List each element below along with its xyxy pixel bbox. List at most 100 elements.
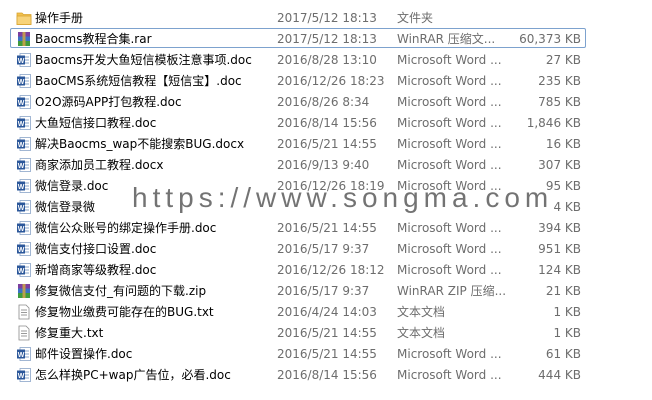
file-row[interactable]: W 邮件设置操作.doc 2016/5/21 14:55 Microsoft Word… [10, 343, 586, 363]
folder-icon [16, 10, 32, 26]
file-size [511, 8, 581, 28]
file-name: 微信公众账号的绑定操作手册.doc [35, 221, 217, 235]
word-doc-icon: W [16, 178, 32, 194]
text-file-icon [16, 325, 32, 341]
svg-text:W: W [18, 163, 25, 170]
file-row[interactable]: W BaoCMS系统短信教程【短信宝】.doc 2016/12/26 18:23 Mi… [10, 70, 586, 90]
svg-text:W: W [18, 268, 25, 275]
file-size: 394 KB [538, 221, 581, 235]
file-row[interactable]: W Baocms开发大鱼短信模板注意事项.doc 2016/8/28 13:10 Mi… [10, 49, 586, 69]
file-type: Microsoft Word ... [397, 95, 502, 109]
file-size: 1 KB [553, 305, 581, 319]
file-name: 微信支付接口设置.doc [35, 242, 157, 256]
word-doc-icon: W [16, 115, 32, 131]
file-size: 61 KB [545, 347, 581, 361]
file-size: 124 KB [538, 263, 581, 277]
file-size: 27 KB [545, 53, 581, 67]
word-doc-icon: W [16, 220, 32, 236]
file-row[interactable]: W O2O源码APP打包教程.doc 2016/8/26 8:34 Microsoft… [10, 91, 586, 111]
svg-text:W: W [18, 226, 25, 233]
file-date: 2016/5/17 9:37 [277, 284, 370, 298]
file-date: 2016/8/14 15:56 [277, 116, 377, 130]
word-doc-icon: W [16, 73, 32, 89]
file-name: O2O源码APP打包教程.doc [35, 95, 182, 109]
file-type: Microsoft Word ... [397, 74, 502, 88]
file-type: Microsoft Word ... [397, 242, 502, 256]
file-type: 文本文档 [397, 305, 446, 319]
file-name: Baocms教程合集.rar [35, 32, 152, 46]
file-size: 16 KB [545, 137, 581, 151]
file-row[interactable]: Baocms教程合集.rar 2017/5/12 18:13 WinRAR 压缩文.… [10, 28, 586, 48]
file-name: 解决Baocms_wap不能搜索BUG.docx [35, 137, 245, 151]
file-date: 2016/5/21 14:55 [277, 137, 377, 151]
file-size: 307 KB [538, 158, 581, 172]
file-type: WinRAR ZIP 压缩... [397, 284, 507, 298]
file-date: 2017/5/12 18:13 [277, 32, 377, 46]
file-date: 2016/12/26 18:23 [277, 74, 385, 88]
word-doc-icon: W [16, 52, 32, 68]
text-file-icon [16, 304, 32, 320]
file-date: 2016/8/26 8:34 [277, 95, 370, 109]
word-docx-icon: W [16, 157, 32, 173]
file-type: Microsoft Word ... [397, 158, 502, 172]
file-size: 444 KB [538, 368, 581, 382]
word-docx-icon: W [16, 136, 32, 152]
svg-text:W: W [18, 205, 25, 212]
file-row[interactable]: 修复物业缴费可能存在的BUG.txt 2016/4/24 14:03 文本文档 1 K… [10, 301, 586, 321]
svg-text:W: W [18, 100, 25, 107]
svg-text:W: W [18, 184, 25, 191]
file-date: 2016/8/14 15:56 [277, 368, 377, 382]
file-type: Microsoft Word ... [397, 221, 502, 235]
file-size: 1,846 KB [526, 116, 581, 130]
svg-text:W: W [18, 247, 25, 254]
file-name: 大鱼短信接口教程.doc [35, 116, 157, 130]
file-date: 2016/5/21 14:55 [277, 221, 377, 235]
file-name: 怎么样换PC+wap广告位，必看.doc [35, 368, 231, 382]
file-type: Microsoft Word ... [397, 53, 502, 67]
file-type: 文本文档 [397, 326, 446, 340]
svg-text:W: W [18, 142, 25, 149]
file-name: Baocms开发大鱼短信模板注意事项.doc [35, 53, 252, 67]
svg-text:W: W [18, 58, 25, 65]
file-row[interactable]: 修复重大.txt 2016/5/21 14:55 文本文档 1 KB [10, 322, 586, 342]
file-type: Microsoft Word ... [397, 137, 502, 151]
word-doc-icon: W [16, 241, 32, 257]
file-size: 21 KB [545, 284, 581, 298]
file-name: 邮件设置操作.doc [35, 347, 133, 361]
file-row[interactable]: W 新增商家等级教程.doc 2016/12/26 18:12 Microsoft W… [10, 259, 586, 279]
file-name: 操作手册 [35, 11, 84, 25]
file-row[interactable]: 修复微信支付_有问题的下载.zip 2016/5/17 9:37 WinRAR ZI… [10, 280, 586, 300]
file-date: 2016/5/17 9:37 [277, 242, 370, 256]
word-doc-icon: W [16, 346, 32, 362]
file-row[interactable]: W 大鱼短信接口教程.doc 2016/8/14 15:56 Microsoft Wo… [10, 112, 586, 132]
word-doc-icon: W [16, 94, 32, 110]
file-row[interactable]: 操作手册 2017/5/12 18:13 文件夹 [10, 7, 586, 27]
word-doc-icon: W [16, 199, 32, 215]
file-row[interactable]: W 怎么样换PC+wap广告位，必看.doc 2016/8/14 15:56 Micr… [10, 364, 586, 384]
file-type: Microsoft Word ... [397, 116, 502, 130]
word-doc-icon: W [16, 367, 32, 383]
file-name: 修复重大.txt [35, 326, 104, 340]
file-date: 2016/5/21 14:55 [277, 347, 377, 361]
file-date: 2016/8/28 13:10 [277, 53, 377, 67]
file-row[interactable]: W 商家添加员工教程.docx 2016/9/13 9:40 Microsoft Wo… [10, 154, 586, 174]
file-type: Microsoft Word ... [397, 368, 502, 382]
file-row[interactable]: W 微信支付接口设置.doc 2016/5/17 9:37 Microsoft Wor… [10, 238, 586, 258]
file-type: 文件夹 [397, 11, 434, 25]
file-date: 2016/12/26 18:12 [277, 263, 385, 277]
file-size: 785 KB [538, 95, 581, 109]
file-date: 2016/4/24 14:03 [277, 305, 377, 319]
file-row[interactable]: W 微信公众账号的绑定操作手册.doc 2016/5/21 14:55 Microso… [10, 217, 586, 237]
file-date: 2016/5/21 14:55 [277, 326, 377, 340]
file-name: 修复物业缴费可能存在的BUG.txt [35, 305, 214, 319]
file-date: 2016/9/13 9:40 [277, 158, 370, 172]
file-size: 235 KB [538, 74, 581, 88]
file-name: 新增商家等级教程.doc [35, 263, 157, 277]
watermark-text: https://www.songma.com [132, 182, 554, 213]
winrar-zip-icon [16, 283, 32, 299]
file-row[interactable]: W 解决Baocms_wap不能搜索BUG.docx 2016/5/21 14:55… [10, 133, 586, 153]
svg-text:W: W [18, 121, 25, 128]
winrar-icon [16, 31, 32, 47]
file-name: BaoCMS系统短信教程【短信宝】.doc [35, 74, 242, 88]
file-date: 2017/5/12 18:13 [277, 11, 377, 25]
